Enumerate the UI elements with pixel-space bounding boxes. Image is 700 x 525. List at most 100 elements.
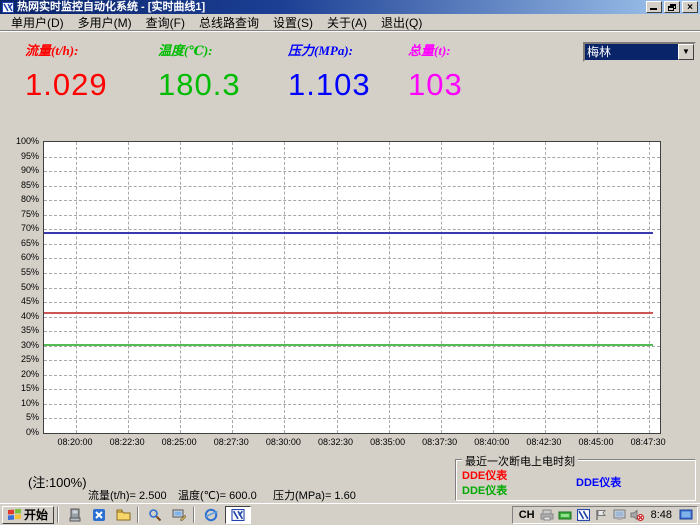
y-tick-label: 80% <box>0 194 39 205</box>
search-icon[interactable] <box>144 506 166 524</box>
dde-meter-label-0: DDE仪表 <box>462 467 507 483</box>
x-tick-label: 08:30:00 <box>253 437 313 447</box>
close-button[interactable]: × <box>682 1 698 13</box>
x-tick-label: 08:45:00 <box>566 437 626 447</box>
language-indicator[interactable]: CH <box>517 509 537 521</box>
minimize-button[interactable] <box>646 1 662 13</box>
device-shortcut-icon[interactable] <box>64 506 86 524</box>
station-selected-value: 梅林 <box>585 44 678 60</box>
fullscale-item-1: 温度(℃)= 600.0 <box>178 487 257 503</box>
readout-value: 180.3 <box>158 67 241 103</box>
h-gridline <box>44 360 660 361</box>
readout-3: 总量(t):103 <box>408 40 463 103</box>
series-line-1 <box>44 312 653 314</box>
menu-item-5[interactable]: 关于(A) <box>320 13 374 32</box>
h-gridline <box>44 258 660 259</box>
h-gridline <box>44 157 660 158</box>
readout-label: 压力(MPa): <box>288 40 371 59</box>
restore-button[interactable] <box>664 1 680 13</box>
station-combobox[interactable]: 梅林 ▼ <box>583 42 696 62</box>
menu-item-0[interactable]: 单用户(D) <box>4 13 71 32</box>
minimize-icon <box>650 8 657 10</box>
y-tick-label: 15% <box>0 383 39 394</box>
v-gridline <box>76 142 77 433</box>
menu-bar: 单用户(D)多用户(M)查询(F)总线路查询设置(S)关于(A)退出(Q) <box>0 14 700 31</box>
start-button[interactable]: 开始 <box>2 506 54 524</box>
v-gridline <box>493 142 494 433</box>
y-tick-label: 5% <box>0 412 39 423</box>
x-tick-label: 08:20:00 <box>45 437 105 447</box>
menu-item-4[interactable]: 设置(S) <box>266 13 320 32</box>
h-gridline <box>44 273 660 274</box>
h-gridline <box>44 186 660 187</box>
menu-item-3[interactable]: 总线路查询 <box>192 13 266 32</box>
y-tick-label: 50% <box>0 282 39 293</box>
y-tick-label: 85% <box>0 180 39 191</box>
menu-item-1[interactable]: 多用户(M) <box>71 13 139 32</box>
menu-item-2[interactable]: 查询(F) <box>139 13 192 32</box>
show-desktop-icon[interactable] <box>168 506 190 524</box>
taskbar-separator <box>137 507 139 523</box>
series-line-2 <box>44 344 653 346</box>
network-card-icon[interactable] <box>558 508 573 522</box>
app-logo-icon <box>2 2 14 13</box>
windows-logo-icon <box>8 509 21 521</box>
fullscale-item-2: 压力(MPa)= 1.60 <box>273 487 356 503</box>
menu-item-6[interactable]: 退出(Q) <box>374 13 429 32</box>
readout-label: 流量(t/h): <box>25 40 108 59</box>
y-tick-label: 10% <box>0 398 39 409</box>
app-shortcut-icon[interactable] <box>88 506 110 524</box>
clock[interactable]: 8:48 <box>648 509 675 521</box>
computer-icon[interactable] <box>612 508 627 522</box>
h-gridline <box>44 418 660 419</box>
readout-label: 温度(℃): <box>158 40 241 59</box>
v-gridline <box>545 142 546 433</box>
v-gridline <box>284 142 285 433</box>
h-gridline <box>44 389 660 390</box>
y-tick-label: 55% <box>0 267 39 278</box>
display-icon[interactable] <box>678 508 693 522</box>
readout-0: 流量(t/h): 1.029 <box>25 40 108 103</box>
x-tick-label: 08:27:30 <box>201 437 261 447</box>
flag-icon[interactable] <box>594 508 609 522</box>
h-gridline <box>44 288 660 289</box>
x-tick-label: 08:47:30 <box>618 437 678 447</box>
power-event-groupbox: 最近一次断电上电时刻 DDE仪表DDE仪表DDE仪表 <box>455 459 696 501</box>
muted-speaker-icon[interactable] <box>630 508 645 522</box>
h-gridline <box>44 215 660 216</box>
x-tick-label: 08:37:30 <box>410 437 470 447</box>
x-tick-label: 08:40:00 <box>462 437 522 447</box>
x-tick-label: 08:42:30 <box>514 437 574 447</box>
dde-meter-label-1: DDE仪表 <box>462 482 507 498</box>
app-logo-icon <box>231 509 245 521</box>
app-task-button[interactable] <box>225 506 251 524</box>
window-title: 热网实时监控自动化系统 - [实时曲线1] <box>17 1 205 13</box>
folder-icon[interactable] <box>112 506 134 524</box>
v-gridline <box>597 142 598 433</box>
readout-value: 103 <box>408 67 463 103</box>
dde-meter-label-2: DDE仪表 <box>576 474 621 490</box>
v-gridline <box>441 142 442 433</box>
readout-value: 1.029 <box>25 67 108 103</box>
desktop: 热网实时监控自动化系统 - [实时曲线1] × 单用户(D)多用户(M)查询(F… <box>0 0 700 525</box>
series-line-0 <box>44 232 653 234</box>
y-tick-label: 95% <box>0 151 39 162</box>
taskbar-separator <box>193 507 195 523</box>
y-tick-label: 35% <box>0 325 39 336</box>
chevron-down-icon[interactable]: ▼ <box>678 44 694 60</box>
restore-icon <box>668 4 676 11</box>
h-gridline <box>44 375 660 376</box>
h-gridline <box>44 302 660 303</box>
fullscale-note: (注:100%) <box>28 472 87 491</box>
printer-icon[interactable] <box>540 508 555 522</box>
taskbar-separator <box>57 507 59 523</box>
app-tray-icon[interactable] <box>576 508 591 522</box>
y-tick-label: 40% <box>0 311 39 322</box>
taskbar: 开始 CH <box>0 503 700 525</box>
h-gridline <box>44 404 660 405</box>
h-gridline <box>44 171 660 172</box>
x-tick-label: 08:22:30 <box>97 437 157 447</box>
v-gridline <box>128 142 129 433</box>
internet-explorer-icon[interactable] <box>200 506 222 524</box>
fullscale-item-0: 流量(t/h)= 2.500 <box>88 487 167 503</box>
